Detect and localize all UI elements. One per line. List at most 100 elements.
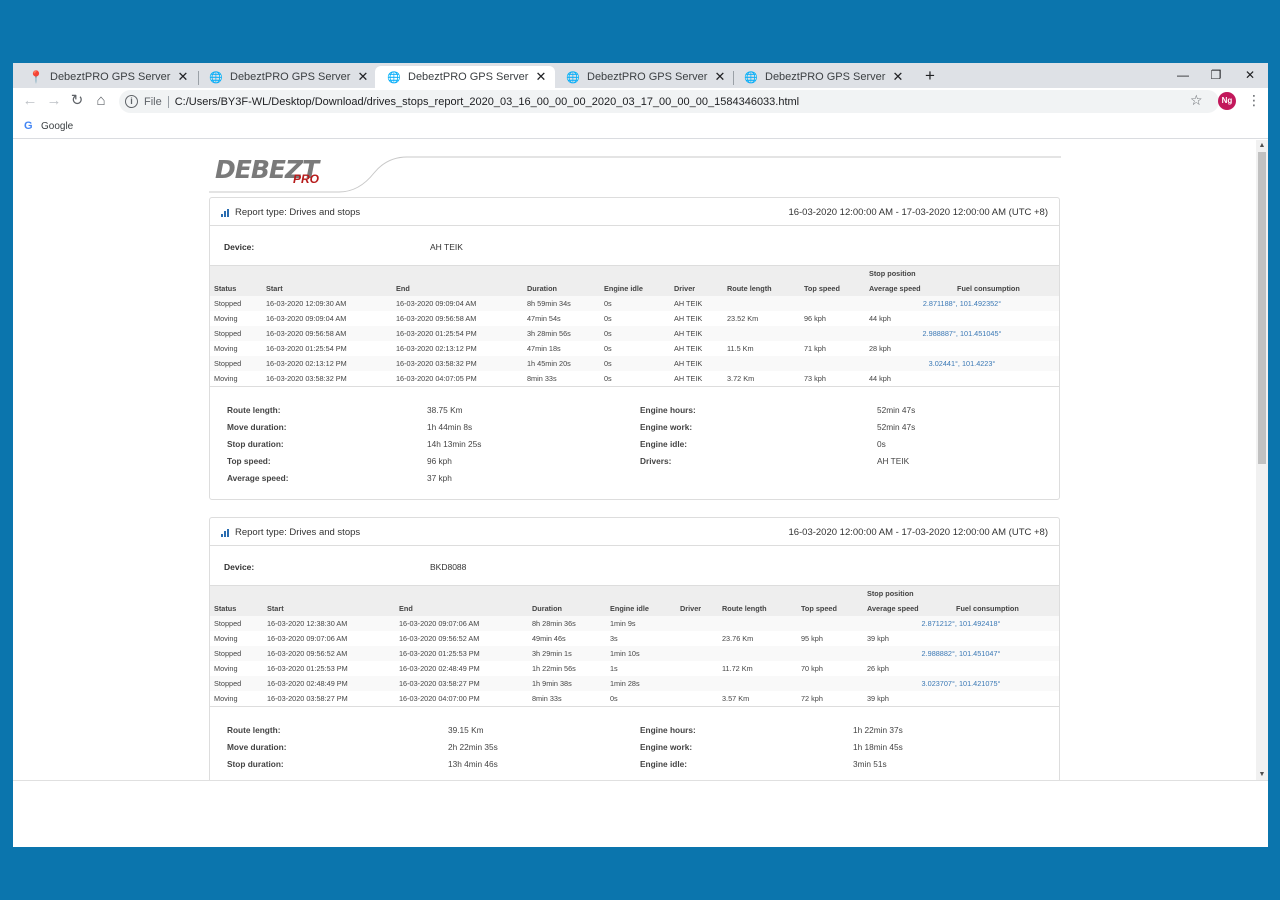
cell-status: Moving [214,314,238,323]
cell-start: 16-03-2020 12:09:30 AM [262,296,392,311]
forward-arrow-icon[interactable]: → [44,92,64,110]
cell-engine-idle: 0s [604,314,612,323]
summary-value: 1h 22min 37s [853,725,903,735]
cell-end: 16-03-2020 09:07:06 AM [395,616,528,631]
logo-pro: PRO [293,172,320,186]
summary-row: Engine work: [640,742,692,754]
cell-status: Moving [214,664,238,673]
cell-route-length [723,296,800,311]
cell-end: 16-03-2020 09:09:04 AM [392,296,523,311]
close-window-button[interactable]: ✕ [1233,65,1267,85]
close-tab-icon[interactable]: ✕ [533,69,549,85]
google-icon: G [24,120,33,132]
cell-top-speed [797,676,863,691]
drives-stops-table: Stop position Status Start End Duration … [210,266,1059,386]
tab-5[interactable]: 🌐 DebeztPRO GPS Server ✕ [732,66,912,88]
tab-3-active[interactable]: 🌐 DebeztPRO GPS Server ✕ [375,66,555,88]
cell-route-length: 3.72 Km [727,374,755,383]
cell-start: 16-03-2020 12:38:30 AM [263,616,395,631]
back-arrow-icon[interactable]: ← [20,92,40,110]
cell-route-length: 23.76 Km [722,634,754,643]
close-tab-icon[interactable]: ✕ [890,69,906,85]
cell-stop-position[interactable]: 2.871212°, 101.492418° [863,616,1059,631]
new-tab-button[interactable]: + [921,66,939,86]
summary-row: Route length: [227,725,280,737]
col-engine-idle: Engine idle [606,601,676,616]
cell-status: Moving [214,344,238,353]
globe-icon: 🌐 [209,71,223,84]
minimize-button[interactable]: — [1166,65,1200,85]
summary-row: Average speed: [227,473,289,485]
cell-engine-idle: 0s [610,694,618,703]
cell-duration: 47min 54s [527,314,561,323]
reload-icon[interactable]: ↻ [67,92,87,110]
cell-stop-position[interactable]: 2.988887°, 101.451045° [865,326,1059,341]
summary-label: Average speed: [227,473,289,483]
scroll-up-icon[interactable]: ▲ [1256,142,1268,149]
restore-button[interactable]: ❐ [1199,65,1233,85]
cell-top-speed: 95 kph [801,634,823,643]
cell-driver: AH TEIK [674,344,703,353]
close-tab-icon[interactable]: ✕ [355,69,371,85]
scroll-down-icon[interactable]: ▼ [1256,771,1268,778]
summary-row: Engine idle: [640,759,687,771]
summary-label: Move duration: [227,742,287,752]
device-value: AH TEIK [430,242,463,252]
table-row: Stopped 16-03-2020 09:56:52 AM 16-03-2020 … [210,646,1059,661]
logo-swoosh [209,156,1061,193]
cell-top-speed [800,326,865,341]
cell-stop-position[interactable]: 2.988882°, 101.451047° [863,646,1059,661]
cell-average-speed: 44 kph [869,314,891,323]
cell-status: Moving [214,634,238,643]
cell-fuel-consumption [953,311,1059,326]
cell-route-length [718,616,797,631]
close-tab-icon[interactable]: ✕ [712,69,728,85]
cell-stop-position[interactable]: 3.02441°, 101.4223° [865,356,1059,371]
divider [167,95,169,108]
close-tab-icon[interactable]: ✕ [175,69,191,85]
summary-label: Stop duration: [227,439,284,449]
summary-label: Route length: [227,405,281,415]
cell-stop-position[interactable]: 2.871188°, 101.492352° [865,296,1059,311]
cell-engine-idle: 0s [600,296,670,311]
cell-start: 16-03-2020 09:07:06 AM [267,634,348,643]
cell-status: Stopped [210,326,262,341]
col-average-speed: Average speed [865,281,953,296]
cell-engine-idle: 0s [600,356,670,371]
table-row: Stopped 16-03-2020 02:13:12 PM 16-03-2020 … [210,356,1059,371]
bar-chart-icon [221,528,229,537]
report-summary: Route length: 38.75 Km Move duration: 1h 44… [210,386,1059,499]
col-start: Start [262,281,392,296]
scrollbar-thumb[interactable] [1258,152,1266,464]
scheme-label: File [144,95,162,108]
report-panel-1: Report type: Drives and stops 16-03-2020… [209,197,1060,500]
report-range: 16-03-2020 12:00:00 AM - 17-03-2020 12:0… [788,527,1048,538]
summary-value: 52min 47s [877,405,916,415]
address-bar[interactable]: i File C:/Users/BY3F-WL/Desktop/Download… [119,90,1219,113]
summary-row: Drivers: [640,456,671,468]
cell-start: 16-03-2020 01:25:53 PM [267,664,348,673]
globe-icon: 🌐 [387,71,401,84]
tab-4[interactable]: 🌐 DebeztPRO GPS Server ✕ [554,66,734,88]
table-row: Stopped 16-03-2020 12:38:30 AM 16-03-2020 … [210,616,1059,631]
info-icon[interactable]: i [125,95,138,108]
cell-engine-idle: 1s [610,664,618,673]
bookmark-google[interactable]: G Google [24,120,73,132]
cell-route-length: 11.5 Km [727,344,754,353]
summary-value: AH TEIK [877,456,910,466]
profile-avatar[interactable]: Ng [1218,92,1236,110]
bar-chart-icon [221,208,229,217]
bookmark-star-icon[interactable]: ☆ [1190,92,1203,109]
url-text[interactable]: C:/Users/BY3F-WL/Desktop/Download/drives… [175,96,799,108]
vertical-scrollbar[interactable]: ▲ ▼ [1256,140,1268,780]
cell-status: Stopped [210,616,263,631]
col-top-speed: Top speed [797,601,863,616]
kebab-menu-icon[interactable]: ⋮ [1247,92,1261,109]
tab-1[interactable]: 📍 DebeztPRO GPS Server ✕ [17,66,197,88]
home-icon[interactable]: ⌂ [91,92,111,110]
cell-start: 16-03-2020 01:25:54 PM [266,344,347,353]
cell-fuel-consumption [952,691,1059,706]
cell-end: 16-03-2020 03:58:27 PM [395,676,528,691]
cell-stop-position[interactable]: 3.023707°, 101.421075° [863,676,1059,691]
tab-2[interactable]: 🌐 DebeztPRO GPS Server ✕ [197,66,377,88]
